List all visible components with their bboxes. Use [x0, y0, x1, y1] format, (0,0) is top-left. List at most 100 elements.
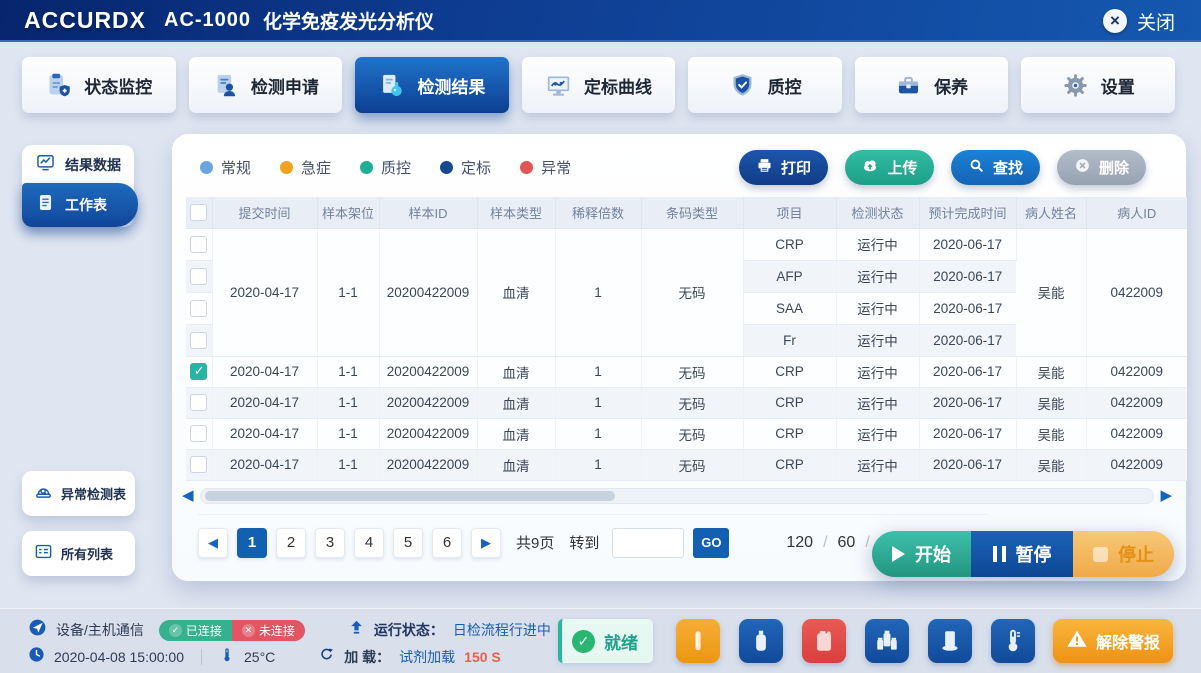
page-button-6[interactable]: 6: [432, 528, 462, 558]
go-button[interactable]: GO: [693, 528, 729, 558]
close-button[interactable]: × 关闭: [1103, 0, 1175, 42]
tab-quality-control[interactable]: 质控: [688, 57, 842, 113]
scrollbar-track[interactable]: [200, 488, 1155, 504]
print-button[interactable]: 打印: [739, 150, 828, 185]
cell-status: 运行中: [836, 387, 919, 418]
upload-button[interactable]: 上传: [845, 150, 934, 185]
cell-submit-time: 2020-04-17: [212, 228, 317, 356]
sidebar-item-all-lists[interactable]: 所有列表: [22, 531, 135, 576]
scrollbar-thumb[interactable]: [205, 491, 615, 501]
abnormal-alarm-icon: [34, 482, 53, 506]
cell-patient-name: 吴能: [1016, 449, 1086, 480]
cell-sample-id: 20200422009: [379, 418, 477, 449]
ready-check-icon: ✓: [572, 630, 595, 653]
sidebar-item-worksheet[interactable]: 工作表: [22, 183, 138, 227]
pagination-bar: ◀ 1 2 3 4 5 6 ▶ 共9页 转到 GO 120 / 60 / 60: [198, 514, 988, 558]
cell-eta: 2020-06-17: [919, 356, 1016, 387]
close-label: 关闭: [1137, 8, 1175, 35]
sidebar-item-abnormal-list[interactable]: 异常检测表: [22, 471, 135, 516]
cell-item: SAA: [743, 292, 836, 324]
scroll-right-icon[interactable]: ▶: [1160, 488, 1172, 503]
next-page-button[interactable]: ▶: [471, 528, 501, 558]
cell-item: CRP: [743, 449, 836, 480]
sample-row[interactable]: 2020-04-17 1-1 20200422009 血清 1 无码 CRP 运…: [186, 418, 1187, 449]
sidebar-item-result-data[interactable]: 结果数据: [22, 145, 134, 185]
delete-x-icon: [1074, 157, 1091, 178]
consumable-status-icons: [676, 619, 1035, 663]
sample-tube-status-button[interactable]: [676, 619, 720, 663]
tab-test-request[interactable]: 检测申请: [189, 57, 343, 113]
cell-dilution: 1: [555, 418, 641, 449]
waste-container-status-button[interactable]: [802, 619, 846, 663]
sample-type-legend: 常规 急症 质控 定标 异常: [200, 157, 571, 178]
sample-row[interactable]: 2020-04-17 1-1 20200422009 血清 1 无码 CRP 运…: [186, 387, 1187, 418]
col-submit-time: 提交时间: [212, 197, 317, 228]
delete-button[interactable]: 删除: [1057, 150, 1146, 185]
buffer-bottle-status-button[interactable]: [739, 619, 783, 663]
main-tab-bar: 状态监控 检测申请 检测结果 定标曲线 质控 保养 设置: [22, 57, 1175, 115]
sample-row[interactable]: 2020-04-17 1-1 20200422009 血清 1 无码 CRP 运…: [186, 356, 1187, 387]
tab-calibration-curve[interactable]: 定标曲线: [522, 57, 676, 113]
horizontal-scrollbar: ◀ ▶: [182, 488, 1172, 504]
cell-sample-id: 20200422009: [379, 449, 477, 480]
scroll-left-icon[interactable]: ◀: [182, 488, 194, 503]
calibration-curve-icon: [545, 72, 572, 99]
model-name: AC-1000: [164, 9, 251, 32]
cell-patient-id: 0422009: [1086, 449, 1187, 480]
all-lists-icon: [34, 542, 53, 566]
comm-icon: [28, 618, 47, 642]
cell-status: 运行中: [836, 418, 919, 449]
row-checkbox[interactable]: [190, 268, 207, 285]
find-button[interactable]: 查找: [951, 150, 1040, 185]
cell-rack: 1-1: [317, 228, 379, 356]
prev-page-button[interactable]: ◀: [198, 528, 228, 558]
sidebar-item-label: 结果数据: [65, 155, 121, 175]
temperature-status-button[interactable]: [991, 619, 1035, 663]
tab-test-results[interactable]: 检测结果: [355, 57, 509, 113]
page-button-3[interactable]: 3: [315, 528, 345, 558]
col-sample-type: 样本类型: [477, 197, 555, 228]
page-button-5[interactable]: 5: [393, 528, 423, 558]
goto-page-input[interactable]: [612, 528, 684, 558]
clear-alarm-button[interactable]: 解除警报: [1053, 619, 1173, 663]
device-comm-label: 设备/主机通信: [56, 620, 144, 640]
cell-status: 运行中: [836, 356, 919, 387]
panel-toolbar: 常规 急症 质控 定标 异常 打印 上传 查找: [172, 134, 1186, 193]
reagent-bottles-status-button[interactable]: [865, 619, 909, 663]
start-button[interactable]: 开始: [872, 531, 971, 577]
check-icon: ✓: [169, 624, 182, 637]
row-checkbox[interactable]: [190, 236, 207, 253]
status-bar: 设备/主机通信 ✓已连接 ✕未连接 运行状态： 日检流程行进中 2020-04-…: [0, 608, 1201, 673]
cell-item: Fr: [743, 324, 836, 356]
tab-label: 保养: [934, 73, 968, 98]
row-checkbox[interactable]: [190, 456, 207, 473]
tab-maintenance[interactable]: 保养: [855, 57, 1009, 113]
stop-button[interactable]: 停止: [1073, 531, 1174, 577]
row-checkbox[interactable]: [190, 300, 207, 317]
emergency-dot-icon: [280, 161, 293, 174]
disconnected-badge: ✕未连接: [232, 620, 305, 641]
cell-item: CRP: [743, 418, 836, 449]
row-checkbox[interactable]: [190, 332, 207, 349]
page-button-4[interactable]: 4: [354, 528, 384, 558]
tab-label: 设置: [1101, 73, 1135, 98]
cuvette-status-button[interactable]: [928, 619, 972, 663]
pause-button[interactable]: 暂停: [971, 531, 1073, 577]
col-barcode: 条码类型: [641, 197, 743, 228]
tab-status-monitor[interactable]: 状态监控: [22, 57, 176, 113]
page-button-2[interactable]: 2: [276, 528, 306, 558]
cell-sample-id: 20200422009: [379, 356, 477, 387]
row-checkbox[interactable]: [190, 394, 207, 411]
col-dilution: 稀释倍数: [555, 197, 641, 228]
cell-item: CRP: [743, 356, 836, 387]
sample-subrow[interactable]: 2020-04-17 1-1 20200422009 血清 1 无码 CRP 运…: [186, 228, 1187, 260]
row-checkbox-checked[interactable]: [190, 363, 207, 380]
page-button-1[interactable]: 1: [237, 528, 267, 558]
sample-row[interactable]: 2020-04-17 1-1 20200422009 血清 1 无码 CRP 运…: [186, 449, 1187, 480]
reload-icon: [318, 646, 335, 668]
cell-patient-name: 吴能: [1016, 418, 1086, 449]
tab-settings[interactable]: 设置: [1021, 57, 1175, 113]
row-checkbox[interactable]: [190, 425, 207, 442]
select-all-checkbox[interactable]: [190, 204, 207, 221]
cell-patient-id: 0422009: [1086, 418, 1187, 449]
